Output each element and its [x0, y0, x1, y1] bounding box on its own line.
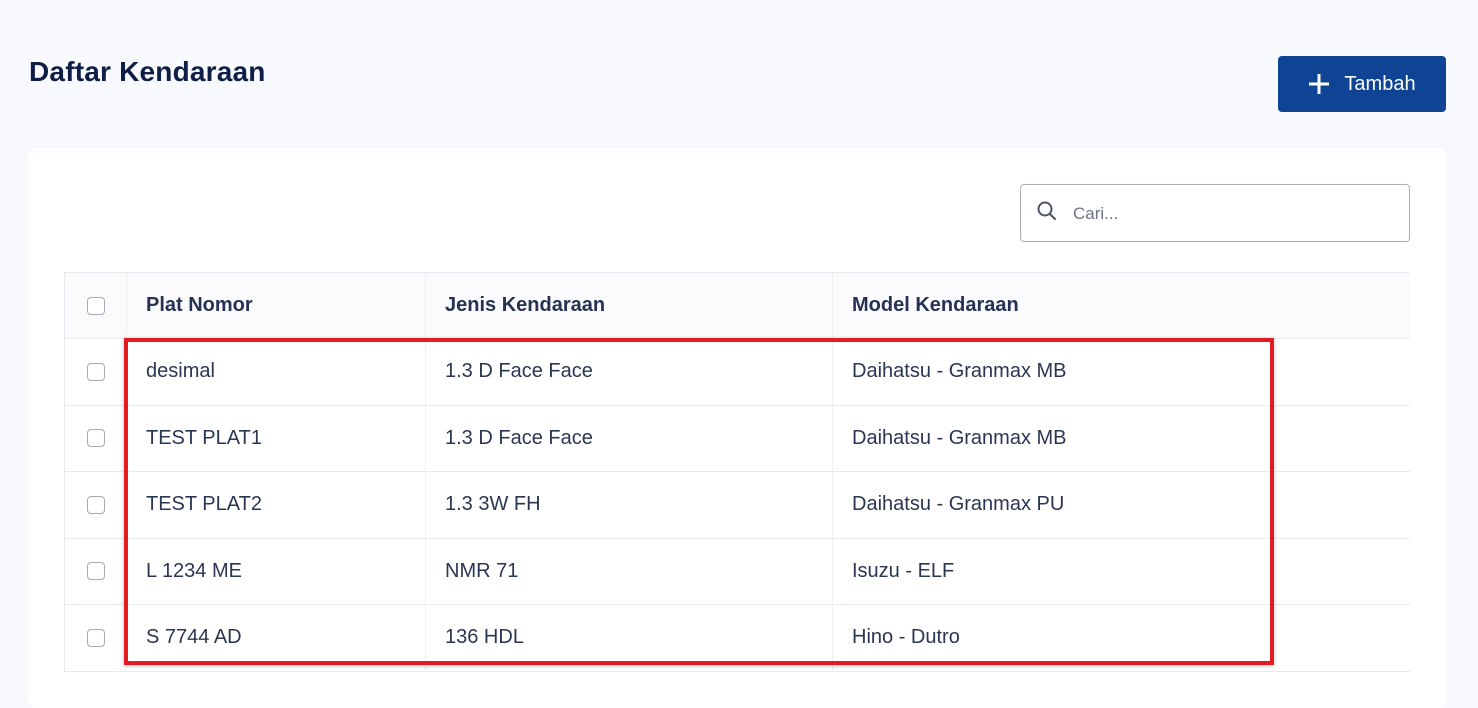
cell-model-kendaraan: Isuzu - ELF — [832, 538, 1410, 605]
table-row[interactable]: S 7744 AD 136 HDL Hino - Dutro — [64, 604, 1410, 672]
add-vehicle-button[interactable]: Tambah — [1278, 56, 1446, 112]
row-select-cell — [64, 471, 127, 539]
row-checkbox[interactable] — [86, 495, 105, 514]
row-select-cell — [64, 604, 127, 672]
cell-model-kendaraan: Daihatsu - Granmax MB — [832, 338, 1410, 406]
page-title: Daftar Kendaraan — [29, 56, 266, 87]
cell-model-kendaraan: Daihatsu - Granmax PU — [832, 471, 1410, 539]
plus-icon — [1309, 74, 1330, 94]
cell-model-kendaraan: Hino - Dutro — [832, 604, 1410, 672]
column-header-jenis-kendaraan[interactable]: Jenis Kendaraan — [425, 272, 833, 339]
row-select-cell — [64, 538, 127, 605]
row-checkbox[interactable] — [86, 362, 105, 381]
cell-jenis-kendaraan: 1.3 3W FH — [425, 471, 833, 539]
row-checkbox[interactable] — [86, 628, 105, 647]
column-header-model-kendaraan[interactable]: Model Kendaraan — [832, 272, 1410, 339]
table-row[interactable]: TEST PLAT1 1.3 D Face Face Daihatsu - Gr… — [64, 405, 1410, 472]
row-select-cell — [64, 405, 127, 472]
cell-plat-nomor: L 1234 ME — [126, 538, 426, 605]
cell-jenis-kendaraan: 1.3 D Face Face — [425, 405, 833, 472]
cell-jenis-kendaraan: 1.3 D Face Face — [425, 338, 833, 406]
select-all-checkbox[interactable] — [86, 296, 105, 315]
cell-plat-nomor: S 7744 AD — [126, 604, 426, 672]
search-box[interactable] — [1020, 184, 1410, 243]
row-checkbox[interactable] — [86, 429, 105, 448]
table-header-row: Plat Nomor Jenis Kendaraan Model Kendara… — [64, 272, 1410, 339]
cell-plat-nomor: TEST PLAT2 — [126, 471, 426, 539]
select-all-cell — [64, 272, 127, 339]
table-row[interactable]: L 1234 ME NMR 71 Isuzu - ELF — [64, 538, 1410, 605]
table-row[interactable]: TEST PLAT2 1.3 3W FH Daihatsu - Granmax … — [64, 471, 1410, 539]
search-input[interactable] — [1071, 185, 1395, 243]
search-icon — [1037, 201, 1056, 220]
add-button-label: Tambah — [1344, 72, 1416, 95]
table-row[interactable]: desimal 1.3 D Face Face Daihatsu - Granm… — [64, 338, 1410, 406]
cell-jenis-kendaraan: 136 HDL — [425, 604, 833, 672]
column-header-plat-nomor[interactable]: Plat Nomor — [126, 272, 426, 339]
vehicle-table: Plat Nomor Jenis Kendaraan Model Kendara… — [64, 272, 1410, 672]
row-checkbox[interactable] — [86, 562, 105, 581]
cell-plat-nomor: TEST PLAT1 — [126, 405, 426, 472]
cell-jenis-kendaraan: NMR 71 — [425, 538, 833, 605]
cell-plat-nomor: desimal — [126, 338, 426, 406]
row-select-cell — [64, 338, 127, 406]
cell-model-kendaraan: Daihatsu - Granmax MB — [832, 405, 1410, 472]
